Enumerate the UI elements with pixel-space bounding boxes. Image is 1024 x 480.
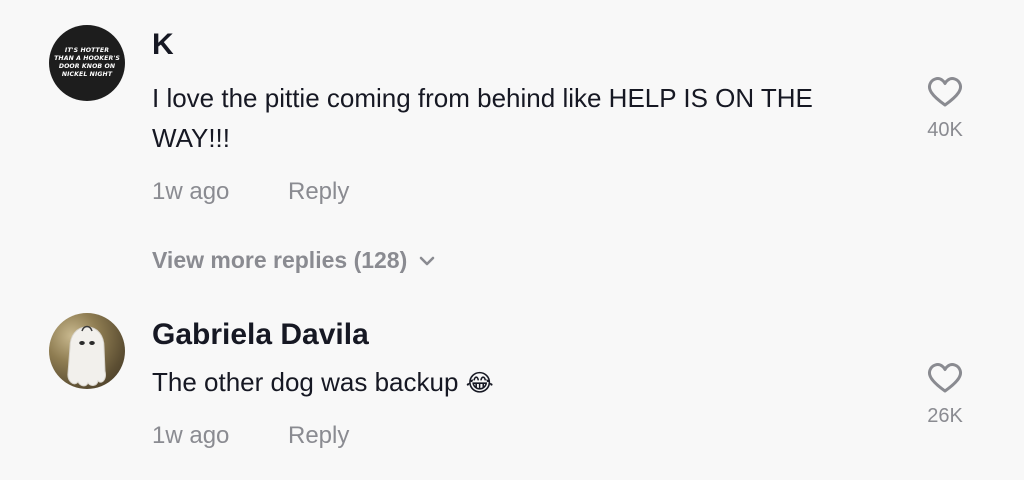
view-more-label: View more replies (128) xyxy=(152,247,408,273)
reply-button[interactable]: Reply xyxy=(288,177,349,207)
reply-button[interactable]: Reply xyxy=(288,421,349,451)
comment-text: The other dog was backup 😂 xyxy=(152,362,882,403)
comment-text-body: The other dog was backup xyxy=(152,367,459,397)
avatar-text: IT'S HOTTER THAN A HOOKER'S DOOR KNOB ON… xyxy=(54,47,120,78)
ghost-costume-avatar xyxy=(67,325,106,387)
avatar[interactable] xyxy=(49,313,125,389)
view-more-replies-button[interactable]: View more replies (128) xyxy=(152,247,435,274)
like-button[interactable]: 40K xyxy=(905,76,985,142)
comment-timestamp: 1w ago xyxy=(152,422,230,449)
heart-outline-icon xyxy=(927,363,963,393)
chevron-down-icon xyxy=(419,256,435,265)
like-button[interactable]: 26K xyxy=(905,362,985,428)
comment-timestamp: 1w ago xyxy=(152,178,230,205)
heart-outline-icon xyxy=(927,77,963,107)
avatar[interactable]: IT'S HOTTER THAN A HOOKER'S DOOR KNOB ON… xyxy=(49,25,125,101)
comment-text: I love the pittie coming from behind lik… xyxy=(152,83,813,153)
comment-username[interactable]: Gabriela Davila xyxy=(152,318,369,352)
like-count: 26K xyxy=(927,405,963,427)
like-count: 40K xyxy=(927,119,963,141)
comment-username[interactable]: K xyxy=(152,28,174,62)
laughing-emoji-icon: 😂 xyxy=(465,369,494,397)
